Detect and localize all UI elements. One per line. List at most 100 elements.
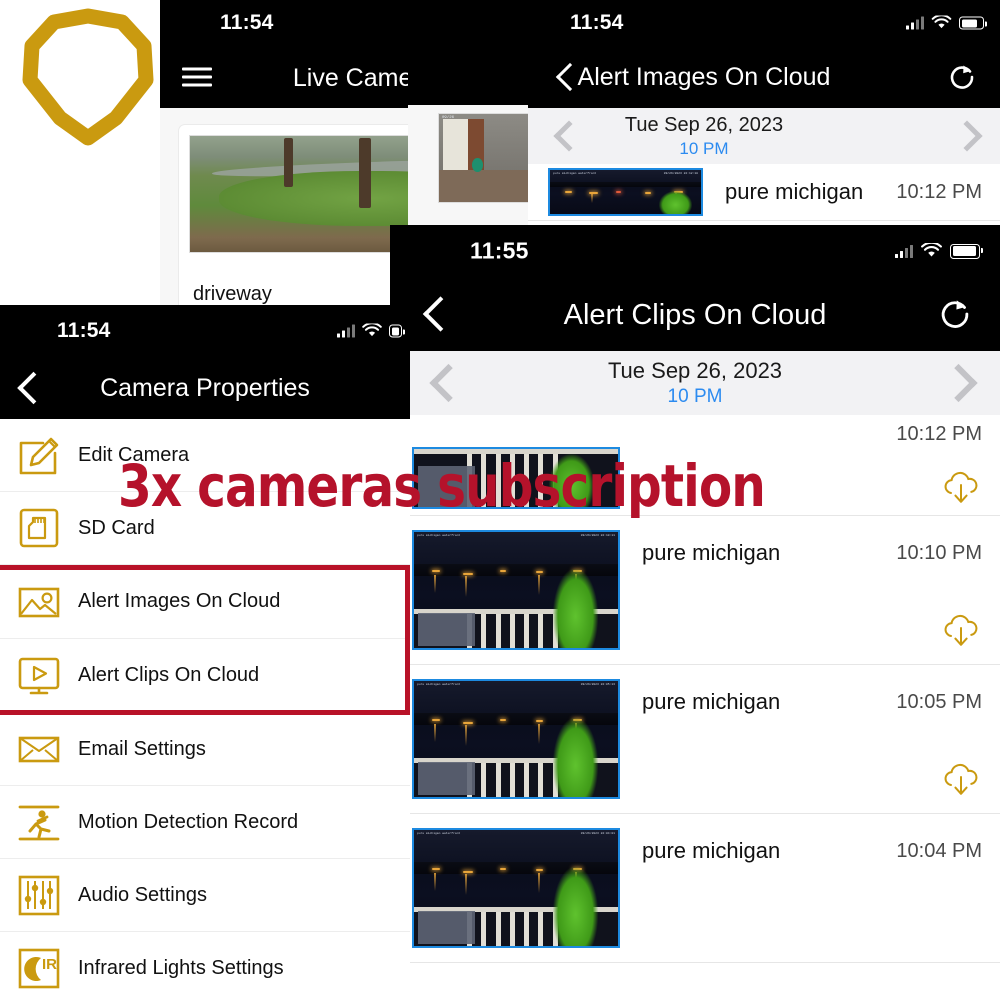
status-indicators — [895, 243, 983, 259]
thumbnail-timestamp: 09/26 — [442, 116, 455, 120]
hamburger-menu-icon — [182, 67, 212, 87]
cellular-bars-icon — [337, 324, 355, 338]
alert-clip-thumbnail[interactable]: pure michigan waterfront 09/26/2023 22:1… — [412, 530, 620, 650]
alert-clips-nav-bar: Alert Clips On Cloud — [390, 277, 1000, 351]
status-time: 11:54 — [57, 319, 111, 342]
alert-clip-row[interactable]: pure michigan waterfront 09/26/2023 22:1… — [390, 516, 1000, 665]
envelope-icon — [0, 723, 78, 775]
menu-button[interactable] — [182, 67, 212, 87]
chevron-left-icon — [422, 296, 459, 332]
wifi-icon — [362, 323, 382, 337]
page-title: Alert Clips On Cloud — [563, 299, 827, 331]
camera-properties-item-audio-settings[interactable]: Audio Settings — [0, 859, 410, 932]
hour-label: 10 PM — [679, 138, 729, 158]
battery-icon — [389, 324, 405, 338]
camera-properties-item-motion-detection-record[interactable]: Motion Detection Record — [0, 786, 410, 859]
refresh-button[interactable] — [946, 61, 978, 93]
video-play-icon — [0, 650, 78, 702]
alert-clip-thumbnail[interactable]: pure michigan waterfront 09/26/2023 22:0… — [412, 679, 620, 799]
thumbnail-source-stamp: pure michigan waterfront — [417, 832, 461, 835]
alert-thumbnail[interactable]: pure michigan waterfront 09/26/2023 22:1… — [548, 168, 703, 216]
refresh-button[interactable] — [936, 295, 974, 333]
camera-properties-status-bar: 11:54 — [0, 305, 410, 357]
promo-text: 3x cameras subscription — [118, 452, 766, 520]
alert-image-name: pure michigan — [725, 179, 864, 204]
wifi-icon — [921, 243, 942, 257]
running-person-icon — [0, 796, 78, 848]
battery-icon — [950, 243, 983, 259]
date-label: Tue Sep 26, 2023 — [607, 358, 783, 384]
image-alert-icon — [0, 576, 78, 628]
status-time: 11:55 — [470, 237, 529, 264]
next-hour-button[interactable] — [951, 120, 983, 152]
camera-properties-item-alert-clips-on-cloud[interactable]: Alert Clips On Cloud — [0, 639, 410, 713]
battery-icon — [959, 16, 987, 30]
camera-properties-item-label: Motion Detection Record — [78, 810, 299, 833]
alert-images-nav-bar: Alert Images On Cloud — [408, 46, 1000, 108]
alert-clip-row[interactable]: pure michigan waterfront 09/26/2023 22:0… — [390, 814, 1000, 963]
cloud-download-icon[interactable] — [940, 761, 982, 799]
camera-properties-item-label: Alert Clips On Cloud — [78, 664, 260, 686]
status-time: 11:54 — [570, 11, 624, 34]
camera-thumbnail[interactable]: 09/26 — [438, 113, 528, 203]
refresh-icon — [941, 300, 969, 328]
camera-properties-nav-bar: Camera Properties — [0, 357, 410, 419]
alert-image-time: 10:12 PM — [896, 180, 982, 203]
cloud-download-icon[interactable] — [940, 612, 982, 650]
alert-images-status-bar: 11:54 — [408, 0, 1000, 46]
page-title: Camera Properties — [100, 374, 310, 402]
date-label: Tue Sep 26, 2023 — [624, 113, 784, 136]
thumbnail-source-stamp: pure michigan waterfront — [417, 683, 461, 686]
camera-properties-item-label: Audio Settings — [78, 883, 207, 906]
alert-clip-name: pure michigan — [642, 540, 781, 565]
camera-properties-item-email-settings[interactable]: Email Settings — [0, 713, 410, 786]
thumbnail-timestamp: 09/26/2023 22:12:18 — [663, 172, 698, 175]
chevron-left-icon — [555, 62, 585, 92]
thumbnail-timestamp: 09/26/2023 22:04:01 — [580, 832, 615, 835]
alert-clip-time: 10:12 PM — [896, 423, 982, 445]
camera-properties-item-label: Email Settings — [78, 737, 206, 760]
camera-properties-item-label: Infrared Lights Settings — [78, 956, 284, 979]
previous-hour-button[interactable] — [429, 363, 468, 403]
back-button[interactable] — [17, 371, 50, 405]
alert-clip-thumbnail[interactable]: pure michigan waterfront 09/26/2023 22:0… — [412, 828, 620, 948]
next-hour-button[interactable] — [939, 363, 978, 403]
cloud-download-icon[interactable] — [940, 469, 982, 507]
alert-clip-time: 10:10 PM — [896, 542, 982, 564]
thumbnail-timestamp: 09/26/2023 22:05:13 — [580, 683, 615, 686]
status-indicators — [337, 323, 405, 339]
thumbnail-source-stamp: pure michigan waterfront — [417, 534, 461, 537]
refresh-icon — [950, 65, 974, 89]
sd-card-icon — [0, 502, 78, 554]
alert-clips-panel: 11:55 Alert Clips On Cloud Tue Sep 26, 2… — [390, 225, 1000, 1000]
pencil-edit-icon — [0, 429, 78, 481]
live-cameras-second-column: 09/26 — [408, 105, 528, 225]
camera-properties-item-alert-images-on-cloud[interactable]: Alert Images On Cloud — [0, 565, 410, 639]
status-time: 11:54 — [220, 11, 274, 34]
page-title: Alert Images On Cloud — [577, 63, 831, 91]
infrared-moon-icon: IR — [0, 942, 78, 994]
previous-hour-button[interactable] — [553, 120, 585, 152]
camera-properties-item-label: Alert Images On Cloud — [78, 590, 281, 612]
alert-clip-time: 10:05 PM — [896, 691, 982, 713]
wifi-icon — [931, 15, 952, 29]
sliders-icon — [0, 869, 78, 921]
brand-logo — [18, 6, 158, 151]
hour-label: 10 PM — [667, 385, 723, 407]
alert-clip-row[interactable]: pure michigan waterfront 09/26/2023 22:0… — [390, 665, 1000, 814]
cellular-bars-icon — [906, 16, 924, 30]
alert-clips-date-strip: Tue Sep 26, 2023 10 PM — [390, 351, 1000, 415]
svg-text:IR: IR — [42, 956, 57, 973]
pin-outline-logo-icon — [22, 8, 154, 146]
camera-properties-item-infrared-lights-settings[interactable]: IR Infrared Lights Settings — [0, 932, 410, 1000]
back-button[interactable] — [555, 62, 585, 92]
back-button[interactable] — [422, 296, 459, 332]
camera-properties-panel: 11:54 Camera Properties Edit Camera SD C… — [0, 305, 410, 1000]
camera-name: driveway — [193, 283, 272, 305]
thumbnail-timestamp: 09/26/2023 22:10:11 — [580, 534, 615, 537]
alert-clip-name: pure michigan — [642, 689, 781, 714]
chevron-left-icon — [17, 371, 50, 405]
cellular-bars-icon — [895, 244, 913, 258]
status-indicators — [906, 15, 987, 31]
alert-clip-name: pure michigan — [642, 838, 781, 863]
